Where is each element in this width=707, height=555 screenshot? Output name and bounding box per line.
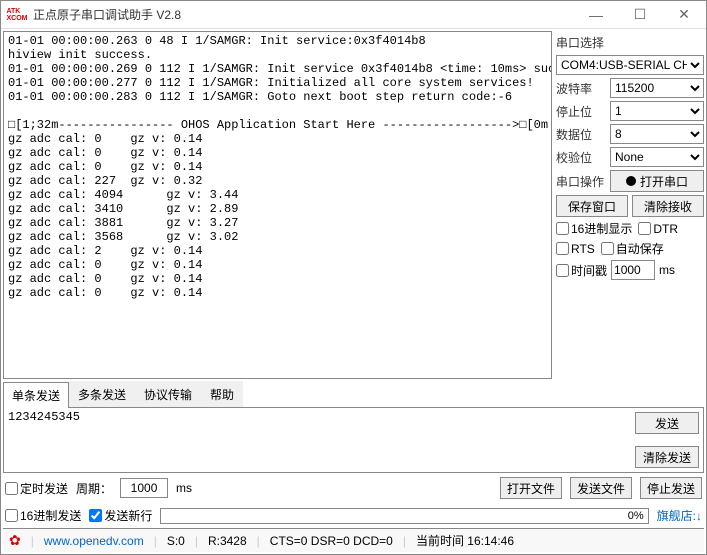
send-tabs: 单条发送 多条发送 协议传输 帮助 — [3, 381, 704, 408]
timestamp-interval-input[interactable] — [611, 260, 655, 280]
autosave-checkbox[interactable]: 自动保存 — [601, 240, 664, 257]
hex-send-checkbox[interactable]: 16进制发送 — [5, 507, 81, 524]
send-newline-checkbox[interactable]: 发送新行 — [89, 507, 152, 524]
minimize-button[interactable]: — — [574, 1, 618, 29]
close-button[interactable]: ✕ — [662, 1, 706, 29]
port-select[interactable]: COM4:USB-SERIAL CH340 — [556, 55, 704, 75]
tab-protocol[interactable]: 协议传输 — [135, 381, 201, 407]
baud-label: 波特率 — [556, 79, 606, 98]
clear-receive-button[interactable]: 清除接收 — [632, 195, 704, 217]
port-label: 串口选择 — [556, 33, 704, 52]
port-status-icon — [626, 176, 636, 186]
period-input[interactable] — [120, 478, 168, 498]
tab-help[interactable]: 帮助 — [201, 381, 243, 407]
status-recv: R:3428 — [208, 534, 247, 548]
parity-label: 校验位 — [556, 148, 606, 167]
baud-select[interactable]: 115200 — [610, 78, 704, 98]
terminal-output[interactable]: 01-01 00:00:00.263 0 48 I 1/SAMGR: Init … — [3, 31, 552, 379]
timestamp-checkbox[interactable]: 时间戳 — [556, 262, 607, 279]
terminal-text: 01-01 00:00:00.263 0 48 I 1/SAMGR: Init … — [4, 32, 551, 302]
save-window-button[interactable]: 保存窗口 — [556, 195, 628, 217]
data-label: 数据位 — [556, 125, 606, 144]
timestamp-unit: ms — [659, 263, 675, 277]
tab-multi-send[interactable]: 多条发送 — [69, 381, 135, 407]
website-link[interactable]: www.openedv.com — [44, 534, 144, 548]
hex-display-checkbox[interactable]: 16进制显示 — [556, 220, 632, 237]
dtr-checkbox[interactable]: DTR — [638, 220, 678, 237]
period-label: 周期： — [76, 480, 112, 497]
parity-select[interactable]: None — [610, 147, 704, 167]
clear-send-button[interactable]: 清除发送 — [635, 446, 699, 468]
status-sent: S:0 — [167, 534, 185, 548]
settings-icon[interactable]: ✿ — [9, 532, 21, 549]
open-port-button[interactable]: 打开串口 — [610, 170, 704, 192]
progress-text: 0% — [628, 509, 644, 523]
rts-checkbox[interactable]: RTS — [556, 240, 595, 257]
status-bar: ✿ | www.openedv.com | S:0 | R:3428 | CTS… — [3, 528, 704, 552]
tab-single-send[interactable]: 单条发送 — [3, 382, 69, 408]
period-unit: ms — [176, 481, 192, 495]
send-button[interactable]: 发送 — [635, 412, 699, 434]
stop-select[interactable]: 1 — [610, 101, 704, 121]
window-title: 正点原子串口调试助手 V2.8 — [33, 6, 574, 23]
app-logo: ATKXCOM — [5, 5, 29, 25]
stop-send-button[interactable]: 停止发送 — [640, 477, 702, 499]
send-file-button[interactable]: 发送文件 — [570, 477, 632, 499]
data-select[interactable]: 8 — [610, 124, 704, 144]
status-lines: CTS=0 DSR=0 DCD=0 — [270, 534, 393, 548]
send-text-input[interactable]: 1234245345 — [4, 408, 627, 472]
progress-bar: 0% — [160, 508, 648, 524]
maximize-button[interactable]: ☐ — [618, 1, 662, 29]
timed-send-checkbox[interactable]: 定时发送 — [5, 480, 68, 497]
shop-link[interactable]: 旗舰店:↓ — [657, 507, 702, 524]
status-time: 当前时间 16:14:46 — [416, 532, 514, 549]
op-label: 串口操作 — [556, 172, 606, 191]
open-file-button[interactable]: 打开文件 — [500, 477, 562, 499]
stop-label: 停止位 — [556, 102, 606, 121]
titlebar: ATKXCOM 正点原子串口调试助手 V2.8 — ☐ ✕ — [1, 1, 706, 29]
